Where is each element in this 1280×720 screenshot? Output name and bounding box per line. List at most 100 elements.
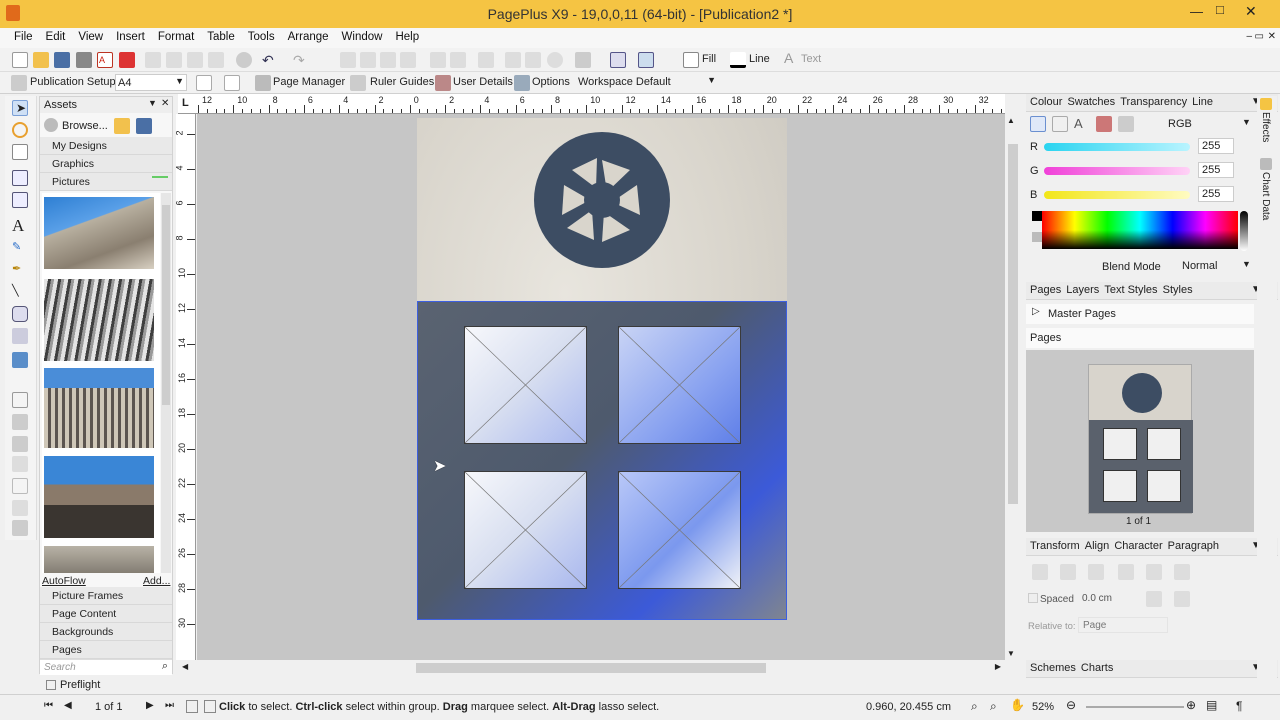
zoom-out-icon[interactable]: ⊖ — [1066, 698, 1076, 712]
browse-button[interactable]: Browse... — [44, 117, 110, 135]
distribute-v-icon[interactable] — [1174, 591, 1190, 607]
pages-row[interactable]: Pages — [1026, 328, 1254, 348]
first-page-icon[interactable]: ⏮ — [44, 700, 53, 711]
pan-tool-icon[interactable]: ✋ — [1010, 698, 1025, 712]
pdf-publish-icon[interactable] — [119, 52, 135, 68]
category-pages[interactable]: Pages — [40, 641, 172, 659]
align-right-icon[interactable] — [1088, 564, 1104, 580]
pen-tool-icon[interactable]: ✒ — [12, 262, 28, 278]
tab-layers[interactable]: Layers — [1066, 284, 1099, 296]
user-details-icon[interactable] — [435, 75, 451, 91]
page-size-select[interactable]: A4 ▼ — [115, 74, 187, 91]
connector-tool-icon[interactable] — [12, 328, 28, 344]
rotate-right-icon[interactable] — [450, 52, 466, 68]
autoflow-link[interactable]: AutoFlow — [42, 575, 86, 587]
line-mode-icon[interactable] — [1052, 116, 1068, 132]
frame-tool-icon[interactable] — [12, 478, 28, 494]
globe-icon[interactable] — [547, 52, 563, 68]
black-swatch[interactable] — [1032, 211, 1042, 221]
text-button[interactable]: Text — [801, 53, 821, 65]
send-back-icon[interactable] — [380, 52, 396, 68]
fill-tool-icon[interactable] — [12, 436, 28, 452]
menu-window[interactable]: Window — [335, 28, 389, 43]
align-top-icon[interactable] — [1118, 564, 1134, 580]
crop-tool-icon[interactable] — [12, 392, 28, 408]
vertical-scrollbar[interactable]: ▲ ▼ — [1005, 114, 1021, 660]
tab-schemes[interactable]: Schemes — [1030, 662, 1076, 674]
page-type-icon[interactable] — [224, 75, 240, 91]
pencil-tool-icon[interactable]: ✎ — [12, 240, 28, 256]
group-icon[interactable] — [340, 52, 356, 68]
expand-icon[interactable]: ▷ — [1032, 306, 1040, 317]
lasso-tool-icon[interactable] — [12, 122, 28, 138]
fill-swatch-icon[interactable] — [683, 52, 699, 68]
artistic-text-tool-icon[interactable]: A — [12, 216, 28, 235]
align-left-icon[interactable] — [1032, 564, 1048, 580]
undo-icon[interactable]: ↶ — [262, 52, 278, 68]
save-icon[interactable] — [54, 52, 70, 68]
horizontal-ruler[interactable]: L 12 10 8 6 4 2 0 2 4 6 8 10 12 14 16 18 20 22 24 26 28 30 32 — [178, 94, 1005, 114]
new-icon[interactable] — [12, 52, 28, 68]
table-icon[interactable] — [610, 52, 626, 68]
format-painter-icon[interactable] — [208, 52, 224, 68]
cut-icon[interactable] — [145, 52, 161, 68]
page-order-icon[interactable] — [196, 75, 212, 91]
picture-tool-icon[interactable] — [12, 352, 28, 368]
assets-search-input[interactable]: Search ⌕ — [40, 659, 172, 675]
picture-thumbnail[interactable] — [44, 546, 154, 573]
tab-pages[interactable]: Pages — [1030, 284, 1061, 296]
relative-to-select[interactable]: Page — [1078, 617, 1168, 633]
menu-arrange[interactable]: Arrange — [281, 28, 335, 43]
tab-text-styles[interactable]: Text Styles — [1104, 284, 1157, 296]
picture-frame-bottom-right[interactable] — [618, 471, 741, 589]
spaced-checkbox[interactable] — [1028, 593, 1038, 603]
picture-thumbnail[interactable] — [44, 368, 154, 448]
pin-icon[interactable]: ▼ — [148, 98, 157, 108]
menu-view[interactable]: View — [71, 28, 109, 43]
line-button[interactable]: Line — [749, 53, 770, 65]
wrap-icon[interactable] — [525, 52, 541, 68]
vertical-ruler[interactable]: 2 4 6 8 10 12 14 16 18 20 22 24 26 28 30 — [175, 114, 196, 660]
master-pages-row[interactable]: ▷ Master Pages — [1026, 304, 1254, 324]
menu-insert[interactable]: Insert — [109, 28, 151, 43]
picture-frame-top-right[interactable] — [618, 326, 741, 444]
bring-forward-icon[interactable] — [360, 52, 376, 68]
tab-effects[interactable]: Effects — [1260, 112, 1271, 142]
table-tool-icon[interactable] — [12, 192, 28, 208]
pointer-tool-icon[interactable]: ➤ — [12, 100, 28, 116]
maximize-icon[interactable]: □ — [1216, 2, 1224, 17]
view-options-icon[interactable]: ▤ — [1206, 698, 1217, 712]
colour-model-select[interactable]: RGB ▼ — [1164, 116, 1254, 132]
page-manager-icon[interactable] — [255, 75, 271, 91]
line-tool-icon[interactable]: ╲ — [12, 284, 28, 300]
r-slider[interactable] — [1044, 143, 1190, 151]
ruler-guides-icon[interactable] — [350, 75, 366, 91]
distribute-h-icon[interactable] — [1146, 591, 1162, 607]
picture-thumbnail[interactable] — [44, 279, 154, 361]
align-center-icon[interactable] — [1060, 564, 1076, 580]
add-link[interactable]: Add... — [143, 575, 170, 587]
tint-icon[interactable] — [1118, 116, 1134, 132]
g-value-input[interactable]: 255 — [1198, 162, 1234, 178]
page-thumbnail[interactable] — [1088, 364, 1193, 514]
picture-frame-bottom-left[interactable] — [464, 471, 587, 589]
spellcheck-icon[interactable] — [236, 52, 252, 68]
grey-slider[interactable] — [1240, 211, 1248, 251]
menu-file[interactable]: File — [7, 28, 39, 43]
align-middle-icon[interactable] — [1146, 564, 1162, 580]
selected-picture-frames-group[interactable] — [417, 301, 787, 620]
text-mode-icon[interactable]: A — [1074, 116, 1090, 132]
snap-icon[interactable] — [638, 52, 654, 68]
tab-character[interactable]: Character — [1114, 540, 1162, 552]
picker-icon[interactable] — [1096, 116, 1112, 132]
add-page-icon[interactable] — [186, 700, 198, 713]
publication-setup-button[interactable]: Publication Setup — [30, 76, 116, 88]
category-graphics[interactable]: Graphics — [40, 155, 172, 173]
text-colour-icon[interactable]: A — [784, 50, 793, 66]
tab-chart-data[interactable]: Chart Data — [1260, 172, 1271, 220]
page-indicator[interactable]: 1 of 1 — [95, 701, 123, 713]
minimize-icon[interactable]: — — [1190, 4, 1203, 19]
redo-icon[interactable]: ↷ — [293, 52, 309, 68]
blend-mode-select[interactable]: Normal ▼ — [1164, 258, 1254, 274]
zoom-value[interactable]: 52% — [1032, 701, 1054, 713]
